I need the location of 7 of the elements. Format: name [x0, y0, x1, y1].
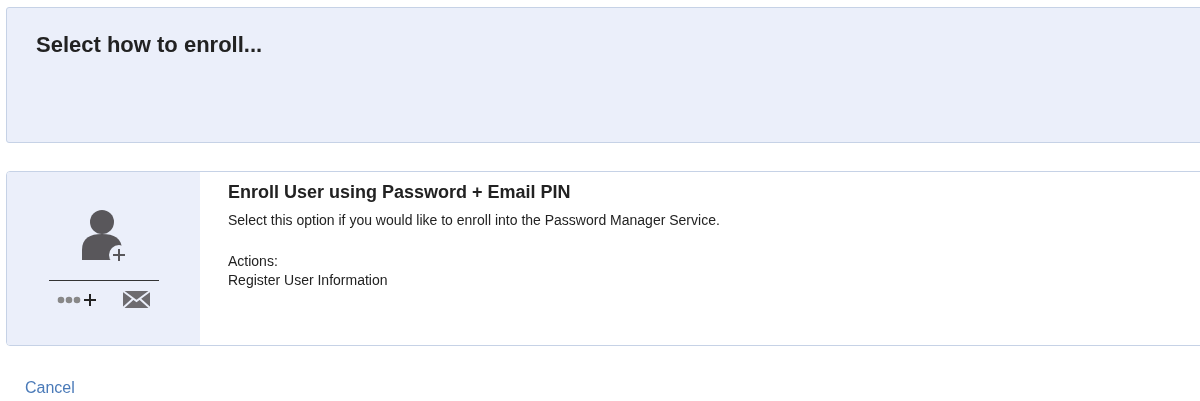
option-title: Enroll User using Password + Email PIN — [228, 182, 572, 203]
page-title: Select how to enroll... — [36, 32, 264, 58]
option-description: Select this option if you would like to enroll into the Password Manager Service. — [228, 212, 720, 228]
actions-label: Actions: — [228, 253, 279, 269]
action-item: Register User Information — [228, 272, 389, 288]
cancel-link[interactable]: Cancel — [25, 379, 75, 396]
enroll-option-card[interactable]: Enroll User using Password + Email PIN Select this option if you would like to enroll into the Password Manager Service. Actions: Register User Information — [6, 171, 1200, 346]
